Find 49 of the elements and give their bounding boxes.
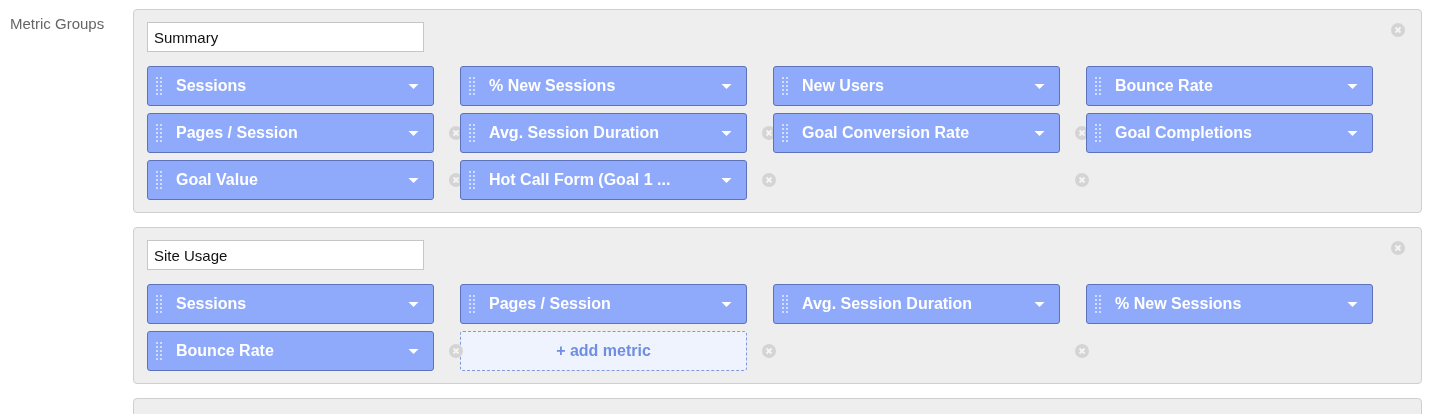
metric-dropdown[interactable]: Avg. Session Duration	[773, 284, 1060, 324]
group-name-field[interactable]: Site Usage	[147, 240, 424, 270]
caret-icon	[408, 130, 419, 136]
drag-handle-icon[interactable]	[156, 170, 162, 190]
caret-icon	[1347, 130, 1358, 136]
drag-handle-icon[interactable]	[469, 76, 475, 96]
caret-icon	[721, 301, 732, 307]
section-label: Metric Groups	[9, 14, 106, 34]
metric-dropdown[interactable]: Bounce Rate	[147, 331, 434, 371]
metric-dropdown[interactable]: % New Sessions	[1086, 284, 1373, 324]
metric-dropdown[interactable]: New Users	[773, 66, 1060, 106]
metric-dropdown[interactable]: Sessions	[147, 66, 434, 106]
metric-dropdown[interactable]: Goal Completions	[1086, 113, 1373, 153]
metric-dropdown[interactable]: Sessions	[147, 284, 434, 324]
metric-dropdown[interactable]: Hot Call Form (Goal 1 ...	[460, 160, 747, 200]
caret-icon	[721, 130, 732, 136]
metric-dropdown[interactable]: Avg. Session Duration	[460, 113, 747, 153]
caret-icon	[1034, 301, 1045, 307]
caret-icon	[408, 348, 419, 354]
caret-icon	[1034, 130, 1045, 136]
drag-handle-icon[interactable]	[469, 294, 475, 314]
metric-dropdown[interactable]: Pages / Session	[147, 113, 434, 153]
caret-icon	[1034, 83, 1045, 89]
drag-handle-icon[interactable]	[469, 170, 475, 190]
drag-handle-icon[interactable]	[1095, 123, 1101, 143]
caret-icon	[721, 83, 732, 89]
group-name-field[interactable]: Summary	[147, 22, 424, 52]
drag-handle-icon[interactable]	[1095, 76, 1101, 96]
add-metric-button[interactable]: + add metric	[460, 331, 747, 371]
drag-handle-icon[interactable]	[782, 123, 788, 143]
metric-dropdown[interactable]: Goal Value	[147, 160, 434, 200]
metric-dropdown[interactable]: Goal Conversion Rate	[773, 113, 1060, 153]
metric-dropdown[interactable]: % New Sessions	[460, 66, 747, 106]
caret-icon	[721, 177, 732, 183]
drag-handle-icon[interactable]	[469, 123, 475, 143]
caret-icon	[408, 301, 419, 307]
drag-handle-icon[interactable]	[782, 76, 788, 96]
drag-handle-icon[interactable]	[156, 123, 162, 143]
metric-dropdown[interactable]: Bounce Rate	[1086, 66, 1373, 106]
drag-handle-icon[interactable]	[156, 294, 162, 314]
caret-icon	[1347, 301, 1358, 307]
caret-icon	[408, 177, 419, 183]
caret-icon	[408, 83, 419, 89]
drag-handle-icon[interactable]	[156, 76, 162, 96]
drag-handle-icon[interactable]	[1095, 294, 1101, 314]
metric-dropdown[interactable]: Pages / Session	[460, 284, 747, 324]
drag-handle-icon[interactable]	[782, 294, 788, 314]
caret-icon	[1347, 83, 1358, 89]
drag-handle-icon[interactable]	[156, 341, 162, 361]
